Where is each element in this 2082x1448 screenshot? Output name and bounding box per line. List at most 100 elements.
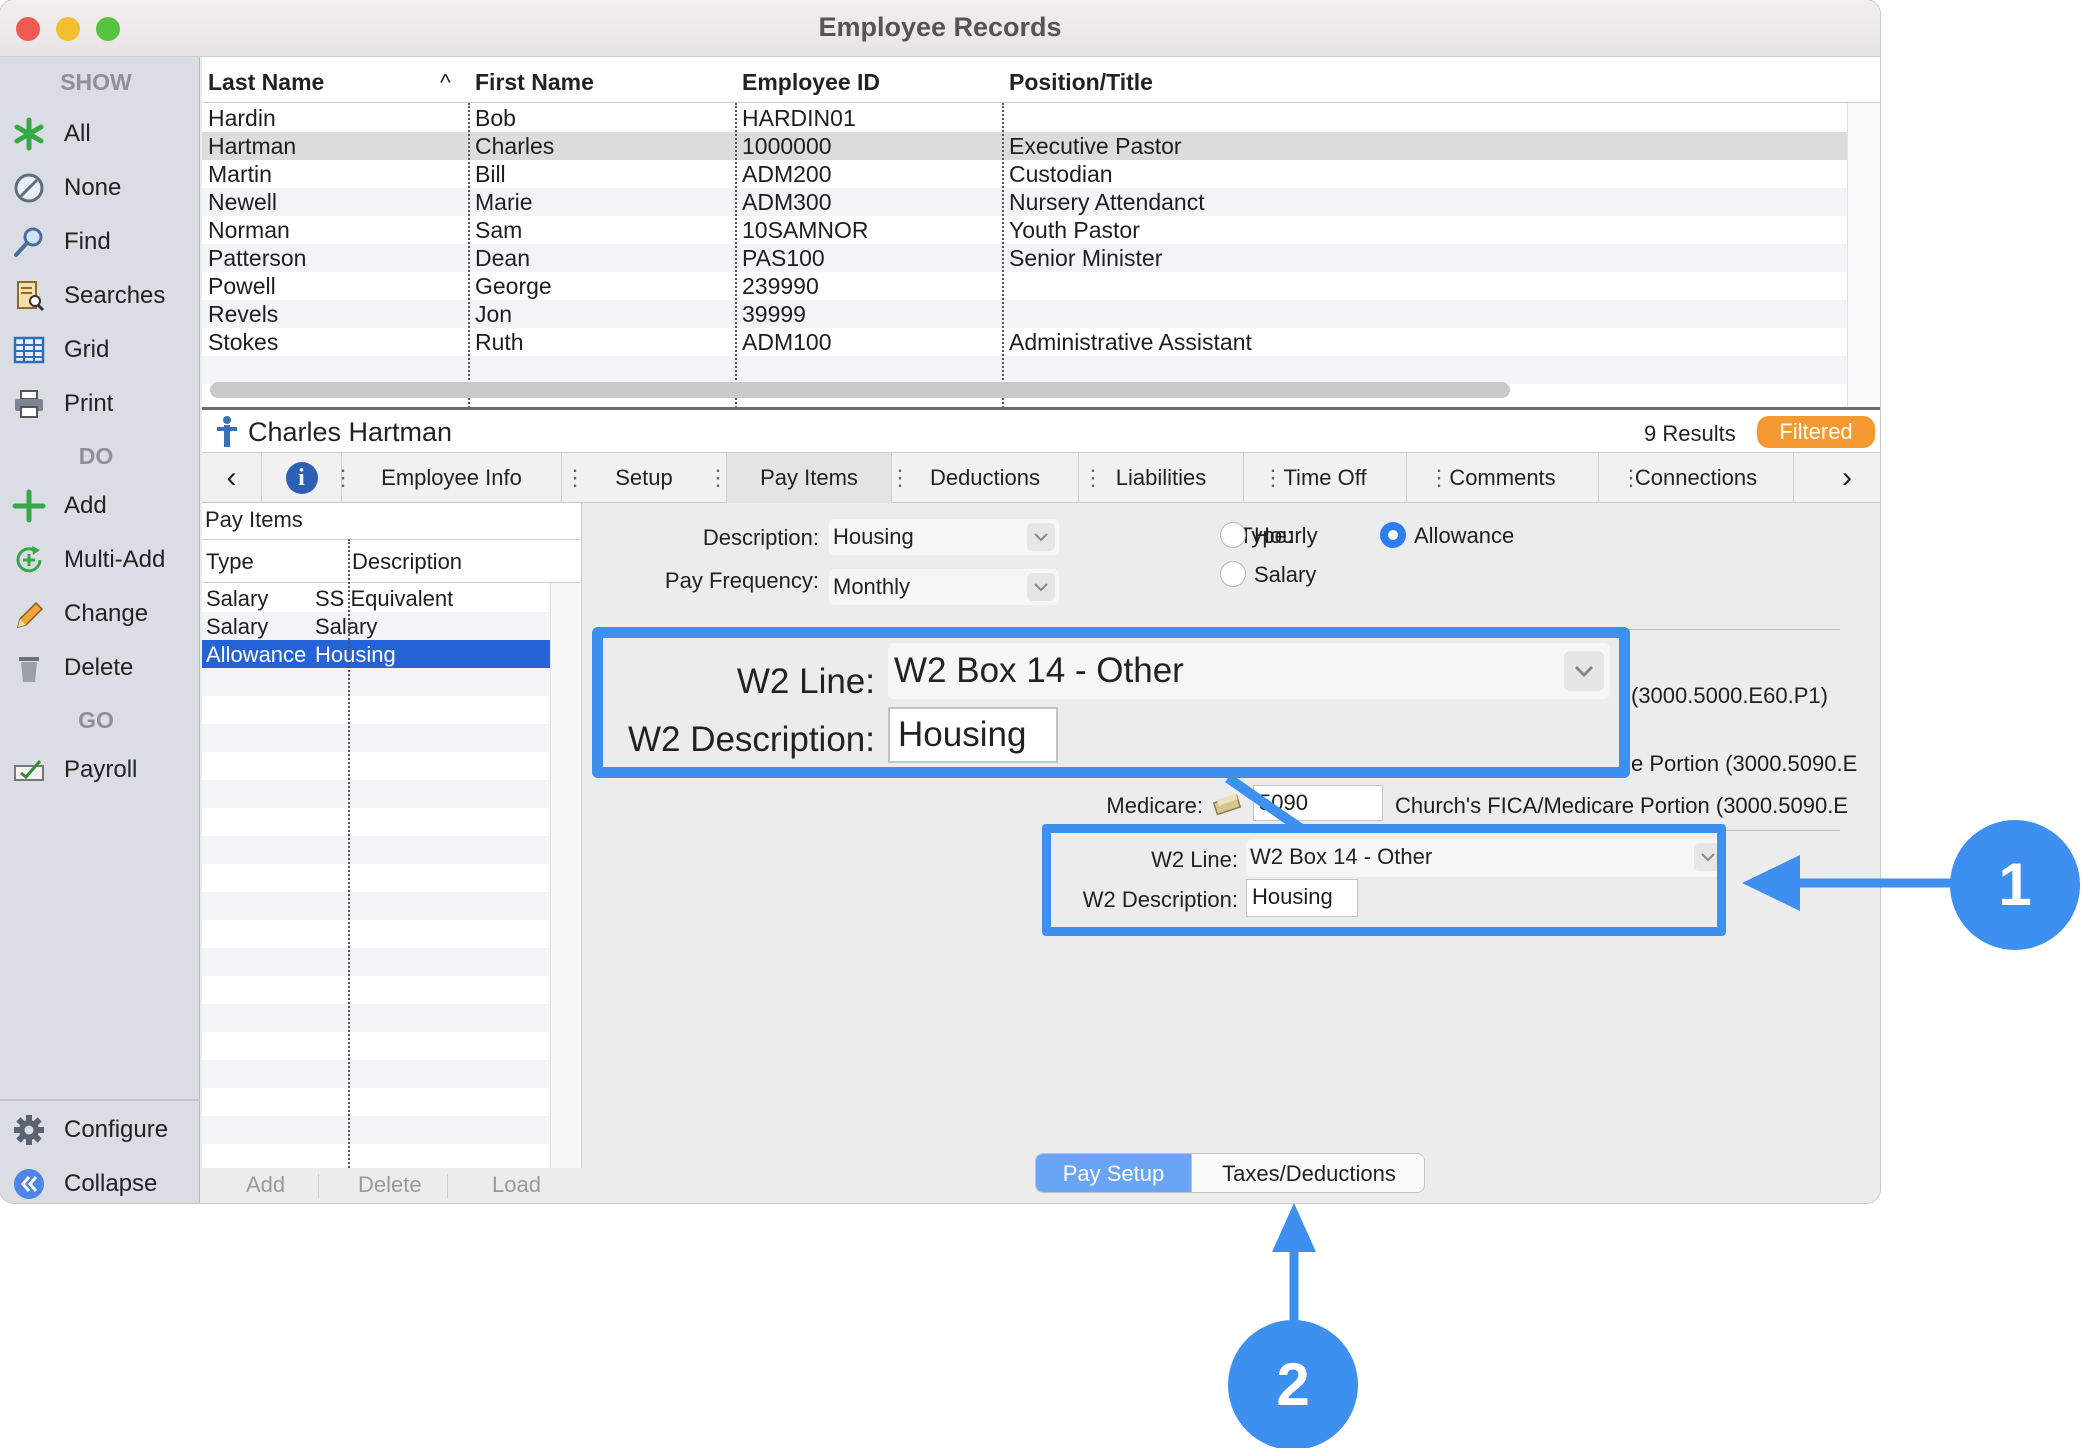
person-icon [217,416,237,447]
list-cell: Salary [315,614,378,639]
sidebar-item-payroll[interactable]: Payroll [12,749,137,791]
table-row[interactable]: Revels Jon 39999 [202,300,1847,328]
grid-vertical-scrollbar[interactable] [1847,103,1880,431]
zoom-w2-line-value: W2 Box 14 - Other [894,651,1184,690]
table-cell: Charles [475,133,555,159]
tab-liabilities[interactable]: Liabilities [1079,453,1244,503]
pay-items-scrollbar[interactable] [550,583,580,1168]
record-info-bar: Charles Hartman 9 Results Filtered [202,407,1880,453]
sidebar-item-change[interactable]: Change [12,593,148,635]
table-row[interactable]: Martin Bill ADM200 Custodian [202,160,1847,188]
sidebar-item-all[interactable]: All [12,113,91,155]
pencil-icon [16,601,44,629]
radio-allowance[interactable] [1380,522,1406,548]
table-row[interactable]: Norman Sam 10SAMNOR Youth Pastor [202,216,1847,244]
list-item[interactable]: Allowance Housing [202,640,550,668]
radio-salary-label[interactable]: Salary [1254,562,1316,588]
delete-pay-item-button[interactable]: Delete [358,1172,422,1198]
tab-deductions[interactable]: Deductions [892,453,1079,503]
column-header-last-name[interactable]: Last Name [208,69,324,96]
tab-info[interactable]: i [262,453,342,503]
sort-indicator-icon[interactable]: ^ [440,69,451,96]
table-cell: Hardin [208,105,276,131]
sidebar-item-collapse[interactable]: Collapse [12,1163,157,1203]
sidebar-item-none[interactable]: None [12,167,121,209]
multi-add-icon [16,546,42,573]
list-item-empty [202,864,550,892]
medicare-account-field[interactable]: 5090 [1253,785,1383,821]
sidebar-item-multi-add[interactable]: Multi-Add [12,539,165,581]
tab-pay-items[interactable]: Pay Items [727,453,892,503]
radio-hourly-label[interactable]: Hourly [1254,523,1318,549]
tab-time-off[interactable]: Time Off [1244,453,1407,503]
tab-prev-button[interactable]: ‹ [202,453,262,503]
load-pay-items-button[interactable]: Load [492,1172,541,1198]
title-bar: Employee Records [0,0,1880,57]
tab-connections[interactable]: Connections [1599,453,1794,503]
sidebar-item-grid[interactable]: Grid [12,329,109,371]
sidebar-item-label: Configure [64,1116,169,1143]
table-cell: Bob [475,105,516,131]
taxes-deductions-segment[interactable]: Taxes/Deductions [1191,1154,1424,1192]
medicare-account-name: Church's FICA/Medicare Portion (3000.509… [1395,793,1848,818]
table-row[interactable]: Hardin Bob HARDIN01 [202,104,1847,132]
radio-salary[interactable] [1220,561,1246,587]
tab-next-button[interactable]: › [1817,453,1877,503]
list-item-empty [202,1060,550,1088]
list-item-empty [202,1088,550,1116]
list-item-empty [202,780,550,808]
highlight-box [1042,824,1726,936]
table-cell: 39999 [742,301,806,327]
column-header-employee-id[interactable]: Employee ID [742,69,880,96]
sidebar-item-label: Change [64,600,149,627]
table-cell: 1000000 [742,133,832,159]
sidebar-item-add[interactable]: Add [12,485,107,527]
add-pay-item-button[interactable]: Add [246,1172,285,1198]
sidebar-item-label: Multi-Add [64,546,166,573]
table-row[interactable]: Hartman Charles 1000000 Executive Pastor [202,132,1847,160]
list-item[interactable]: Salary Salary [202,612,550,640]
column-header-first-name[interactable]: First Name [475,69,594,96]
tab-setup[interactable]: Setup [562,453,727,503]
table-cell: Stokes [208,329,279,355]
tab-comments[interactable]: Comments [1407,453,1599,503]
table-row[interactable]: Stokes Ruth ADM100 Administrative Assistant [202,328,1847,356]
button-separator [447,1174,448,1198]
table-cell: ADM200 [742,161,832,187]
lookup-icon[interactable] [1213,791,1245,815]
list-item-empty [202,1004,550,1032]
sidebar-item-searches[interactable]: Searches [12,275,165,317]
sidebar-item-print[interactable]: Print [12,383,113,425]
list-cell: Salary [206,614,269,639]
radio-hourly[interactable] [1220,522,1246,548]
pay-frequency-value: Monthly [833,574,911,599]
sidebar-item-configure[interactable]: Configure [12,1109,168,1151]
collapse-icon [14,1169,44,1199]
filtered-badge[interactable]: Filtered [1757,416,1875,448]
window-title: Employee Records [818,12,1062,42]
plus-icon [12,489,46,523]
table-row[interactable]: Powell George 239990 [202,272,1847,300]
sidebar-item-label: Delete [64,654,134,681]
list-item[interactable]: Salary SS Equivalent [202,584,550,612]
grid-horizontal-scrollbar[interactable] [210,382,1510,398]
column-header-position[interactable]: Position/Title [1009,69,1153,96]
list-item-empty [202,976,550,1004]
column-header-description[interactable]: Description [352,549,462,575]
pay-frequency-dropdown[interactable]: Monthly [829,569,1059,605]
sidebar-item-delete[interactable]: Delete [12,647,133,689]
description-dropdown[interactable]: Housing [829,519,1059,555]
radio-allowance-label[interactable]: Allowance [1414,523,1514,549]
list-item-empty [202,1032,550,1060]
table-row[interactable]: Patterson Dean PAS100 Senior Minister [202,244,1847,272]
tab-employee-info[interactable]: Employee Info [342,453,562,503]
table-cell: ADM300 [742,189,832,215]
table-cell: Executive Pastor [1009,133,1182,159]
pay-setup-segment[interactable]: Pay Setup [1036,1154,1191,1192]
sidebar-item-find[interactable]: Find [12,221,111,263]
table-row[interactable]: Newell Marie ADM300 Nursery Attendanct [202,188,1847,216]
table-cell: 10SAMNOR [742,217,869,243]
arrow-head-icon [1272,1203,1316,1252]
column-header-type[interactable]: Type [206,549,254,575]
table-cell: Bill [475,161,506,187]
